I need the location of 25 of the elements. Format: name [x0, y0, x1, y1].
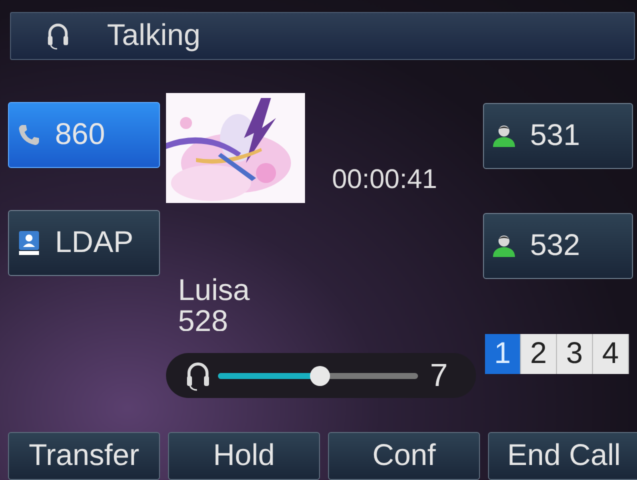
line-key[interactable]: 860 — [8, 102, 160, 168]
soft-key[interactable]: Conf — [328, 432, 480, 480]
line-page-tab[interactable]: 2 — [521, 334, 557, 374]
phone-icon — [17, 123, 41, 147]
volume-value: 7 — [430, 357, 448, 394]
slider-thumb[interactable] — [310, 366, 330, 386]
soft-key[interactable]: End Call — [488, 432, 637, 480]
call-duration: 00:00:41 — [332, 164, 438, 195]
caller-number: 528 — [178, 307, 228, 331]
person-icon — [492, 124, 516, 148]
soft-key[interactable]: Transfer — [8, 432, 160, 480]
headset-icon — [47, 22, 69, 50]
contact-key[interactable]: 531 — [483, 103, 633, 169]
line-page-tab[interactable]: 3 — [557, 334, 593, 374]
directory-key[interactable]: LDAP — [8, 210, 160, 276]
headset-icon — [186, 360, 210, 392]
person-icon — [492, 234, 516, 258]
line-page-tab[interactable]: 1 — [485, 334, 521, 374]
contact-key[interactable]: 532 — [483, 213, 633, 279]
soft-key[interactable]: Hold — [168, 432, 320, 480]
volume-slider[interactable] — [218, 366, 418, 386]
caller-name: Luisa — [178, 275, 250, 307]
screen-title: Talking — [107, 19, 200, 53]
line-page-tab[interactable]: 4 — [593, 334, 629, 374]
contact-card-icon — [17, 230, 41, 256]
